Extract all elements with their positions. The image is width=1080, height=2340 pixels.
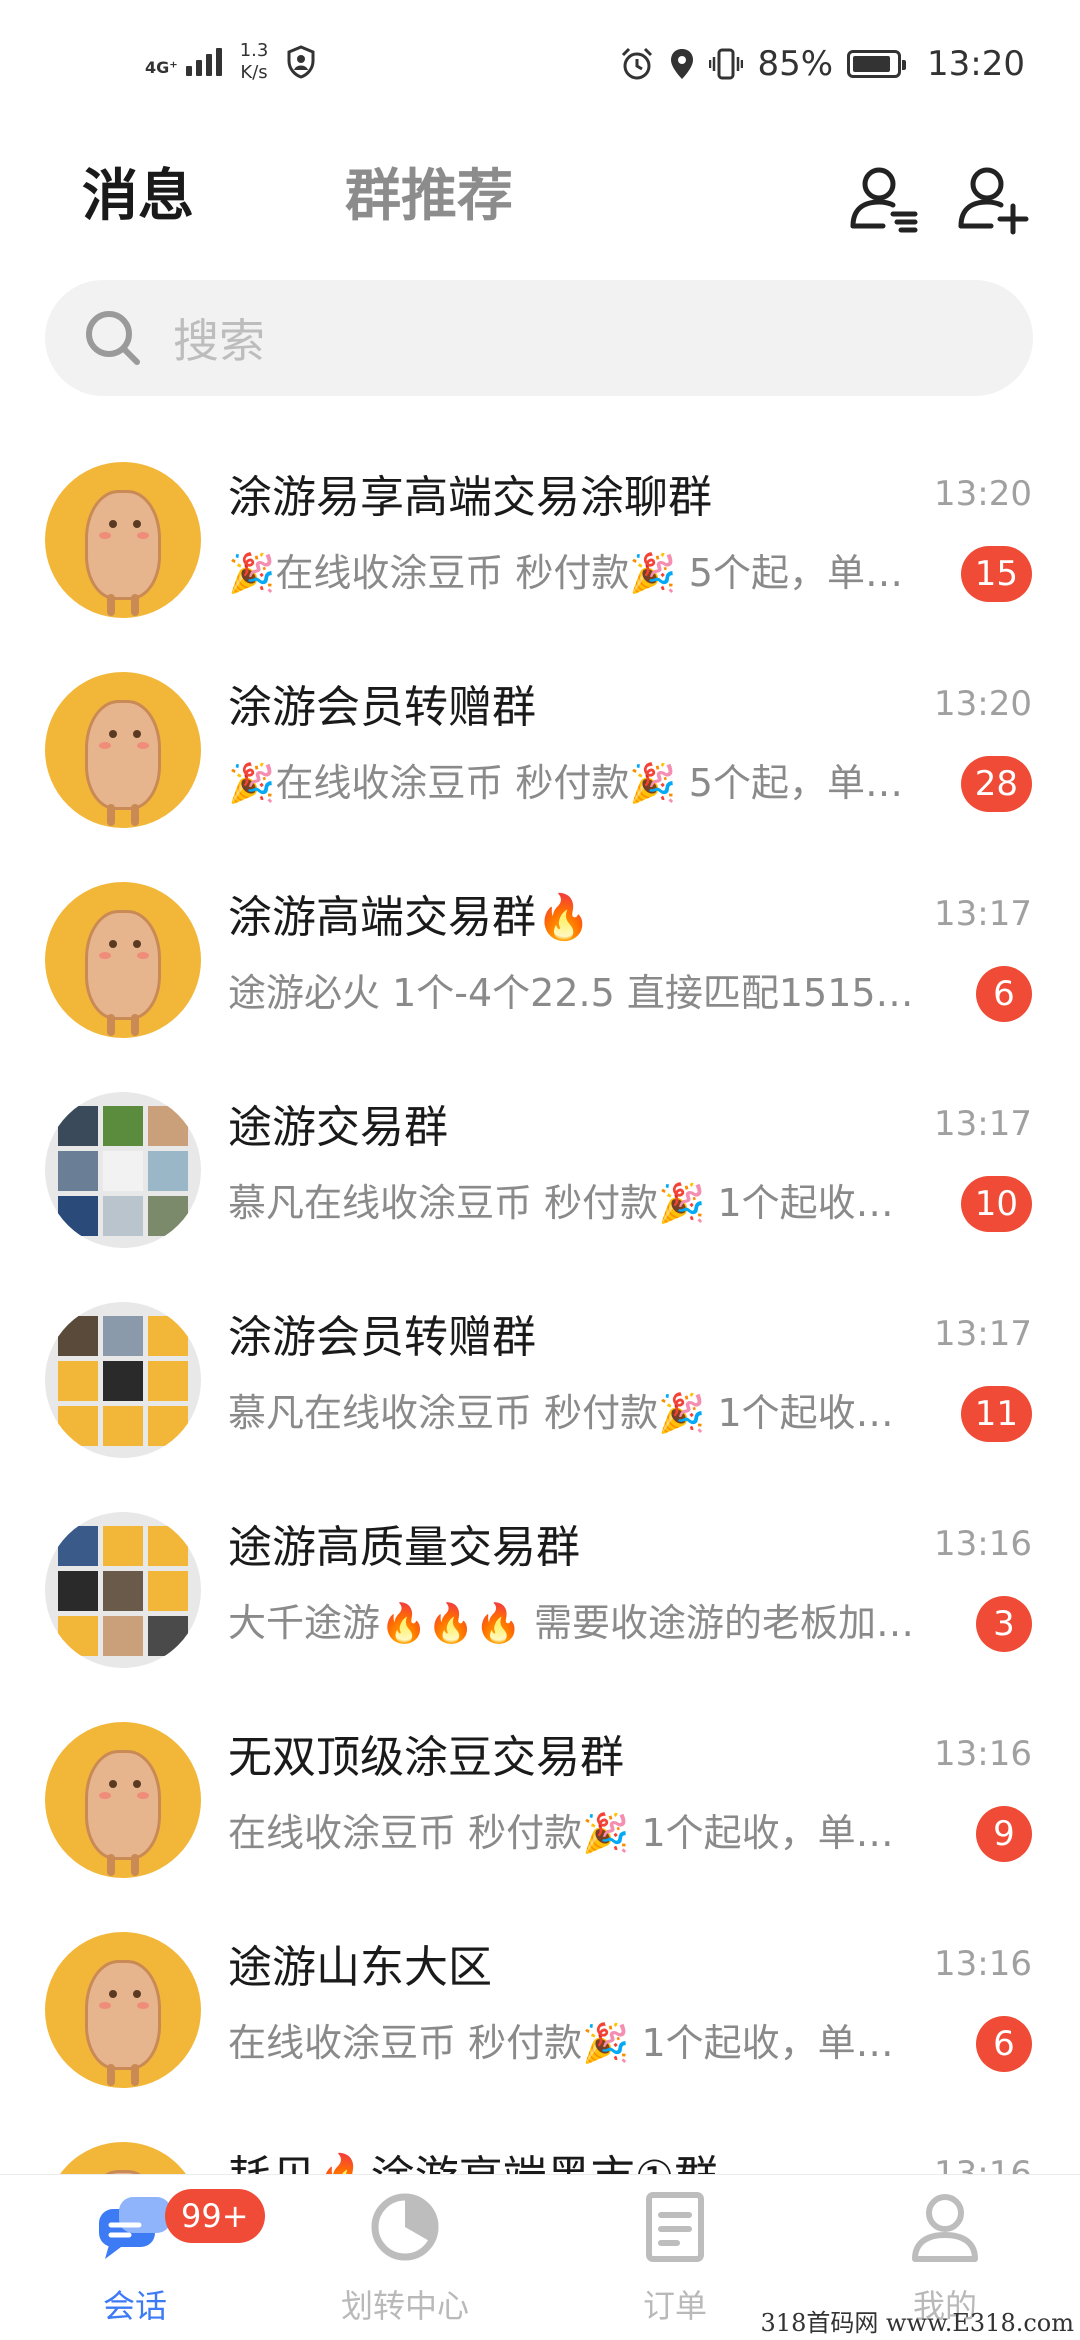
- battery-percent: 85%: [757, 44, 834, 84]
- unread-badge: 15: [960, 546, 1032, 602]
- app-screen: 4G⁺ 1.3 K/s 85% 13:20 消息 群推荐 搜索 涂游易享高端交易…: [0, 0, 1080, 2340]
- chat-name: 涂游易享高端交易涂聊群: [228, 472, 712, 523]
- chat-preview: 🎉在线收涂豆币 秒付款🎉 5个起，单…: [228, 551, 903, 595]
- location-icon: [671, 49, 694, 79]
- cellular-signal-icon: 4G⁺: [145, 48, 222, 76]
- nav-chats[interactable]: 会话 99+: [25, 2187, 265, 2337]
- chat-preview: 在线收涂豆币 秒付款🎉 1个起收，单…: [228, 1811, 894, 1855]
- nav-orders[interactable]: 订单: [565, 2187, 785, 2337]
- chat-name: 途游高质量交易群: [228, 1522, 580, 1573]
- unread-badge: 10: [960, 1176, 1032, 1232]
- status-bar: 4G⁺ 1.3 K/s 85% 13:20: [0, 0, 1080, 130]
- chat-list-item[interactable]: 途游交易群慕凡在线收涂豆币 秒付款🎉 1个起收… 13:17 10: [0, 1070, 1080, 1280]
- status-left: 4G⁺ 1.3 K/s: [145, 40, 316, 84]
- chat-time: 13:16: [934, 1944, 1032, 1984]
- tab-messages[interactable]: 消息: [82, 162, 194, 232]
- chat-name: 无双顶级涂豆交易群: [228, 1732, 624, 1783]
- chat-name: 涂游会员转赠群: [228, 1312, 536, 1363]
- chat-time: 13:16: [934, 1524, 1032, 1564]
- chat-time: 13:17: [934, 894, 1032, 934]
- shield-icon: [287, 45, 315, 79]
- chat-preview: 在线收涂豆币 秒付款🎉 1个起收，单…: [228, 2021, 894, 2065]
- unread-badge: 9: [976, 1806, 1032, 1862]
- unread-badge: 6: [976, 2016, 1032, 2072]
- unread-total-badge: 99+: [165, 2189, 265, 2243]
- chat-time: 13:16: [934, 1734, 1032, 1774]
- network-speed: 1.3 K/s: [240, 40, 269, 84]
- group-avatar: [45, 1722, 201, 1878]
- chat-list-item[interactable]: 涂游会员转赠群慕凡在线收涂豆币 秒付款🎉 1个起收… 13:17 11: [0, 1280, 1080, 1490]
- group-avatar: [45, 1932, 201, 2088]
- chat-bubbles-icon: [99, 2197, 171, 2259]
- network-speed-unit: K/s: [240, 62, 268, 83]
- search-bar[interactable]: 搜索: [45, 280, 1033, 396]
- chat-list-item[interactable]: 涂游易享高端交易涂聊群 🎉在线收涂豆币 秒付款🎉 5个起，单… 13:20 15: [0, 440, 1080, 650]
- nav-chats-label: 会话: [102, 2287, 167, 2325]
- unread-badge: 6: [976, 966, 1032, 1022]
- battery-icon: [847, 50, 907, 78]
- group-avatar: [45, 462, 201, 618]
- nav-orders-label: 订单: [642, 2287, 707, 2325]
- document-icon: [646, 2192, 704, 2262]
- chat-list-item[interactable]: 途游高质量交易群大千途游🔥🔥🔥 需要收途游的老板加… 13:16 3: [0, 1490, 1080, 1700]
- chat-time: 13:20: [934, 474, 1032, 514]
- contacts-list-icon: [850, 167, 918, 233]
- bottom-nav: 会话 99+ 划转中心 订单 我的 318首码网 www.E318.com: [0, 2174, 1080, 2340]
- alarm-icon: [622, 47, 653, 80]
- chat-list-item[interactable]: 途游山东大区在线收涂豆币 秒付款🎉 1个起收，单… 13:16 6: [0, 1910, 1080, 2120]
- chat-time: 13:17: [934, 1314, 1032, 1354]
- header: 消息 群推荐: [0, 150, 1080, 250]
- network-speed-value: 1.3: [239, 40, 269, 61]
- chat-name: 涂游会员转赠群: [228, 682, 536, 733]
- tab-group-recommend[interactable]: 群推荐: [345, 162, 513, 232]
- chat-preview: 慕凡在线收涂豆币 秒付款🎉 1个起收…: [228, 1181, 894, 1225]
- status-right: 85% 13:20: [619, 44, 1025, 84]
- watermark: 318首码网 www.E318.com: [760, 2309, 1074, 2337]
- chat-name: 途游山东大区: [228, 1942, 492, 1993]
- nav-transfer-label: 划转中心: [340, 2287, 469, 2325]
- group-avatar: [45, 1512, 201, 1668]
- pie-chart-icon: [371, 2193, 439, 2261]
- add-user-icon: [958, 167, 1029, 235]
- chat-preview: 慕凡在线收涂豆币 秒付款🎉 1个起收…: [228, 1391, 894, 1435]
- chat-preview: 途游必火 1个-4个22.5 直接匹配15152…: [228, 971, 933, 1015]
- chat-name: 途游交易群: [228, 1102, 448, 1153]
- network-type: 4G⁺: [145, 58, 178, 77]
- chat-list: 涂游易享高端交易涂聊群 🎉在线收涂豆币 秒付款🎉 5个起，单… 13:20 15 涂游会…: [0, 440, 1080, 2330]
- add-friend-button[interactable]: [955, 160, 1035, 240]
- vibrate-icon: [709, 48, 744, 80]
- chat-time: 13:20: [934, 684, 1032, 724]
- chat-list-item[interactable]: 无双顶级涂豆交易群在线收涂豆币 秒付款🎉 1个起收，单… 13:16 9: [0, 1700, 1080, 1910]
- nav-transfer-center[interactable]: 划转中心: [295, 2187, 515, 2337]
- chat-preview: 大千途游🔥🔥🔥 需要收途游的老板加…: [228, 1601, 915, 1645]
- user-icon: [912, 2194, 978, 2262]
- chat-list-item[interactable]: 涂游会员转赠群 🎉在线收涂豆币 秒付款🎉 5个起，单… 13:20 28: [0, 650, 1080, 860]
- group-avatar: [45, 882, 201, 1038]
- search-icon: [86, 311, 140, 365]
- chat-time: 13:17: [934, 1104, 1032, 1144]
- group-avatar: [45, 672, 201, 828]
- unread-badge: 11: [960, 1386, 1032, 1442]
- unread-badge: 28: [960, 756, 1032, 812]
- search-input[interactable]: 搜索: [173, 305, 265, 371]
- chat-preview: 🎉在线收涂豆币 秒付款🎉 5个起，单…: [228, 761, 903, 805]
- unread-badge: 3: [976, 1596, 1032, 1652]
- clock: 13:20: [927, 44, 1025, 84]
- chat-name: 涂游高端交易群🔥: [228, 892, 591, 943]
- contacts-button[interactable]: [845, 160, 925, 240]
- chat-list-item[interactable]: 涂游高端交易群🔥 途游必火 1个-4个22.5 直接匹配15152… 13:17 6: [0, 860, 1080, 1070]
- group-avatar: [45, 1092, 201, 1248]
- group-avatar: [45, 1302, 201, 1458]
